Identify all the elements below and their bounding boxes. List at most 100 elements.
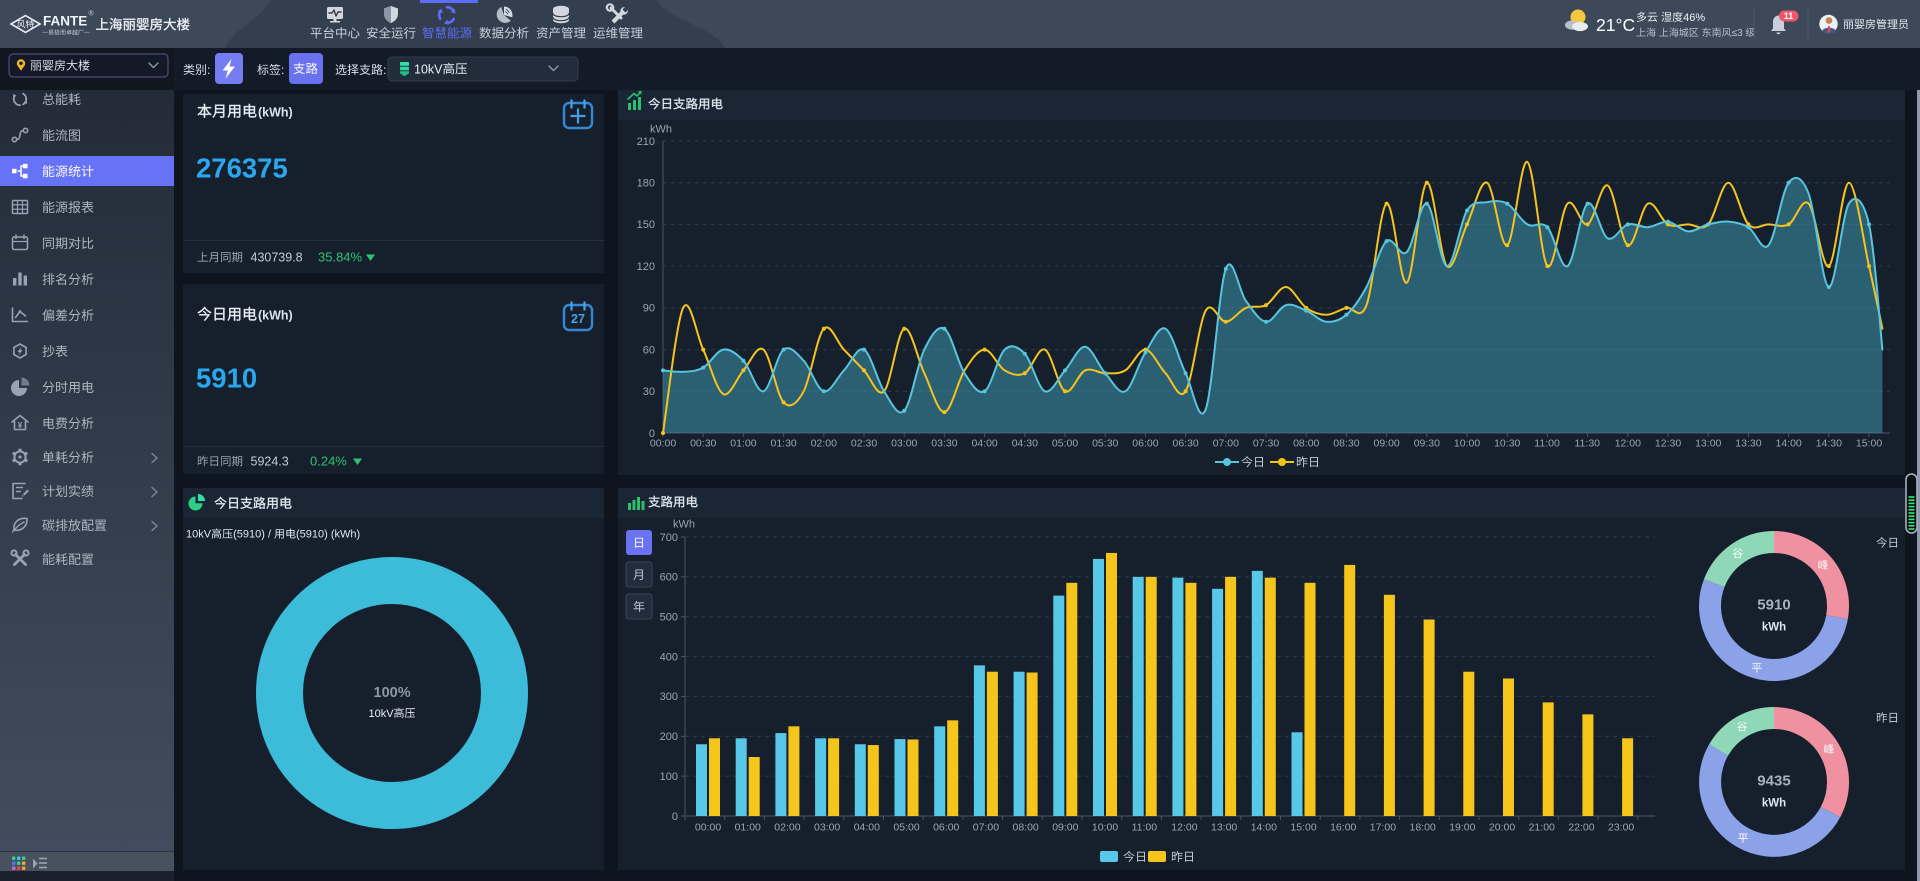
svg-text:600: 600 [660,572,678,584]
svg-text:(kWh): (kWh) [258,106,293,120]
svg-text:09:00: 09:00 [1374,438,1400,450]
svg-text:01:00: 01:00 [730,438,756,450]
svg-text:12:30: 12:30 [1655,438,1681,450]
svg-text:kWh: kWh [673,519,695,531]
svg-text:90: 90 [643,303,655,315]
svg-text:00:00: 00:00 [650,438,676,450]
svg-text:11:30: 11:30 [1575,438,1601,450]
svg-text:30: 30 [643,386,655,398]
svg-text:14:30: 14:30 [1816,438,1842,450]
svg-text:9435: 9435 [1757,773,1790,790]
svg-text:00:30: 00:30 [690,438,716,450]
svg-text:0: 0 [672,811,678,823]
svg-text:04:00: 04:00 [854,822,880,834]
svg-text:700: 700 [660,532,678,544]
svg-text:10:00: 10:00 [1454,438,1480,450]
svg-text:400: 400 [660,651,678,663]
svg-text:5910: 5910 [1757,597,1790,614]
svg-text:300: 300 [660,691,678,703]
svg-text:08:30: 08:30 [1333,438,1359,450]
svg-text:13:00: 13:00 [1695,438,1721,450]
svg-text:00:00: 00:00 [695,822,721,834]
svg-text:16:00: 16:00 [1330,822,1356,834]
svg-text:FANTE: FANTE [43,14,87,29]
svg-text:≤3: ≤3 [1732,28,1743,39]
svg-text:05:00: 05:00 [1052,438,1078,450]
svg-text:100: 100 [660,771,678,783]
svg-text:06:30: 06:30 [1173,438,1199,450]
svg-text:11:00: 11:00 [1132,822,1158,834]
svg-text:5924.3: 5924.3 [251,454,289,468]
svg-text:03:00: 03:00 [891,438,917,450]
svg-text:500: 500 [660,612,678,624]
svg-text:09:30: 09:30 [1414,438,1440,450]
svg-text:14:00: 14:00 [1776,438,1802,450]
svg-text::: : [383,63,386,77]
svg-text:17:00: 17:00 [1370,822,1396,834]
svg-text:(kWh): (kWh) [258,309,293,323]
svg-text:05:30: 05:30 [1092,438,1118,450]
svg-text:11:00: 11:00 [1534,438,1560,450]
svg-text:05:00: 05:00 [893,822,919,834]
svg-text:01:00: 01:00 [735,822,761,834]
svg-text:19:00: 19:00 [1449,822,1475,834]
svg-text:13:00: 13:00 [1211,822,1237,834]
svg-text:0.24%: 0.24% [310,453,347,468]
svg-text:10:30: 10:30 [1494,438,1520,450]
svg-text:150: 150 [637,219,655,231]
svg-text:10kV: 10kV [414,62,443,76]
svg-text:kWh: kWh [1762,622,1786,634]
svg-text:04:00: 04:00 [972,438,998,450]
svg-text:210: 210 [637,136,655,148]
svg-text:100%: 100% [374,685,411,701]
svg-text:13:30: 13:30 [1735,438,1761,450]
svg-text:23:00: 23:00 [1608,822,1634,834]
svg-text:08:00: 08:00 [1293,438,1319,450]
svg-text:180: 180 [637,178,655,190]
svg-text:21°C: 21°C [1596,15,1635,35]
svg-text:27: 27 [571,312,585,326]
svg-text:22:00: 22:00 [1568,822,1594,834]
svg-text:21:00: 21:00 [1529,822,1555,834]
svg-text:200: 200 [660,731,678,743]
svg-text:®: ® [89,10,95,18]
svg-text:07:00: 07:00 [973,822,999,834]
svg-text:46%: 46% [1683,12,1705,24]
svg-text:(5910) (kWh): (5910) (kWh) [296,529,360,541]
svg-text:03:30: 03:30 [931,438,957,450]
svg-text:(5910) /: (5910) / [233,529,272,541]
svg-text:07:30: 07:30 [1253,438,1279,450]
svg-text:06:00: 06:00 [1132,438,1158,450]
svg-text:14:00: 14:00 [1251,822,1277,834]
svg-text::: : [207,63,210,77]
svg-text:10kV: 10kV [186,529,212,541]
svg-text:02:30: 02:30 [851,438,877,450]
svg-text:15:00: 15:00 [1290,822,1316,834]
svg-text:kWh: kWh [650,124,672,136]
svg-text:10kV: 10kV [369,708,395,720]
svg-text:03:00: 03:00 [814,822,840,834]
svg-text:35.84%: 35.84% [318,249,363,264]
svg-text:08:00: 08:00 [1013,822,1039,834]
svg-text::: : [281,63,284,77]
svg-text:5910: 5910 [196,363,257,394]
svg-text:07:00: 07:00 [1213,438,1239,450]
svg-text:18:00: 18:00 [1410,822,1436,834]
svg-text:12:00: 12:00 [1171,822,1197,834]
svg-text:06:00: 06:00 [933,822,959,834]
svg-text:15:00: 15:00 [1856,438,1882,450]
svg-text:02:00: 02:00 [811,438,837,450]
svg-text:430739.8: 430739.8 [251,250,303,264]
svg-text:120: 120 [637,261,655,273]
svg-text:04:30: 04:30 [1012,438,1038,450]
svg-text:02:00: 02:00 [774,822,800,834]
svg-text:09:00: 09:00 [1052,822,1078,834]
svg-text:10:00: 10:00 [1092,822,1118,834]
svg-text:60: 60 [643,344,655,356]
svg-text:kWh: kWh [1762,798,1786,810]
svg-text:11: 11 [1784,11,1794,21]
svg-text:20:00: 20:00 [1489,822,1515,834]
svg-text:01:30: 01:30 [771,438,797,450]
svg-text:¥: ¥ [18,421,23,430]
svg-text:276375: 276375 [196,153,288,184]
